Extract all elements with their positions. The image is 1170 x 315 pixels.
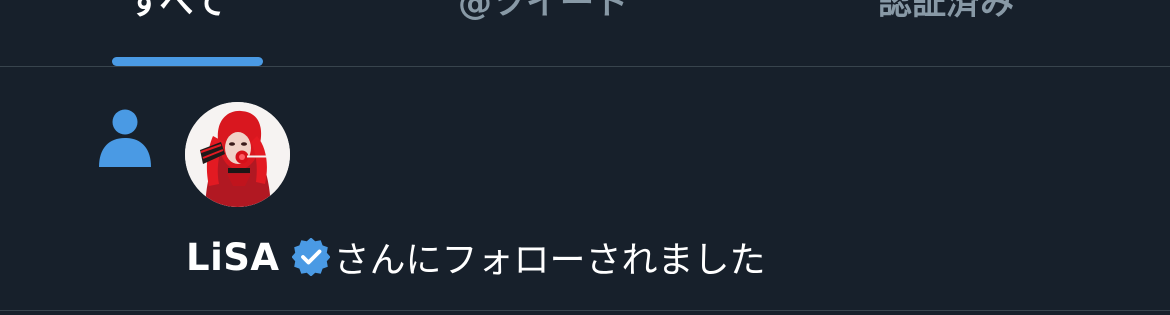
tab-all[interactable]: すべて xyxy=(128,0,226,28)
tab-mentions[interactable]: @ツイート xyxy=(458,0,628,28)
row-divider xyxy=(0,310,1170,311)
notification-message: LiSA さんにフォローされました xyxy=(186,235,766,282)
user-avatar[interactable] xyxy=(185,102,290,207)
follow-message-text: さんにフォローされました xyxy=(333,240,766,281)
user-name-link[interactable]: LiSA xyxy=(186,236,280,279)
active-tab-indicator xyxy=(112,57,263,66)
verified-badge-icon xyxy=(291,237,331,277)
follow-notification[interactable]: LiSA さんにフォローされました xyxy=(0,67,1170,311)
person-follow-icon xyxy=(98,109,152,167)
notification-tabs: すべて @ツイート 認証済み xyxy=(0,0,1170,67)
tab-verified[interactable]: 認証済み xyxy=(878,0,1014,28)
